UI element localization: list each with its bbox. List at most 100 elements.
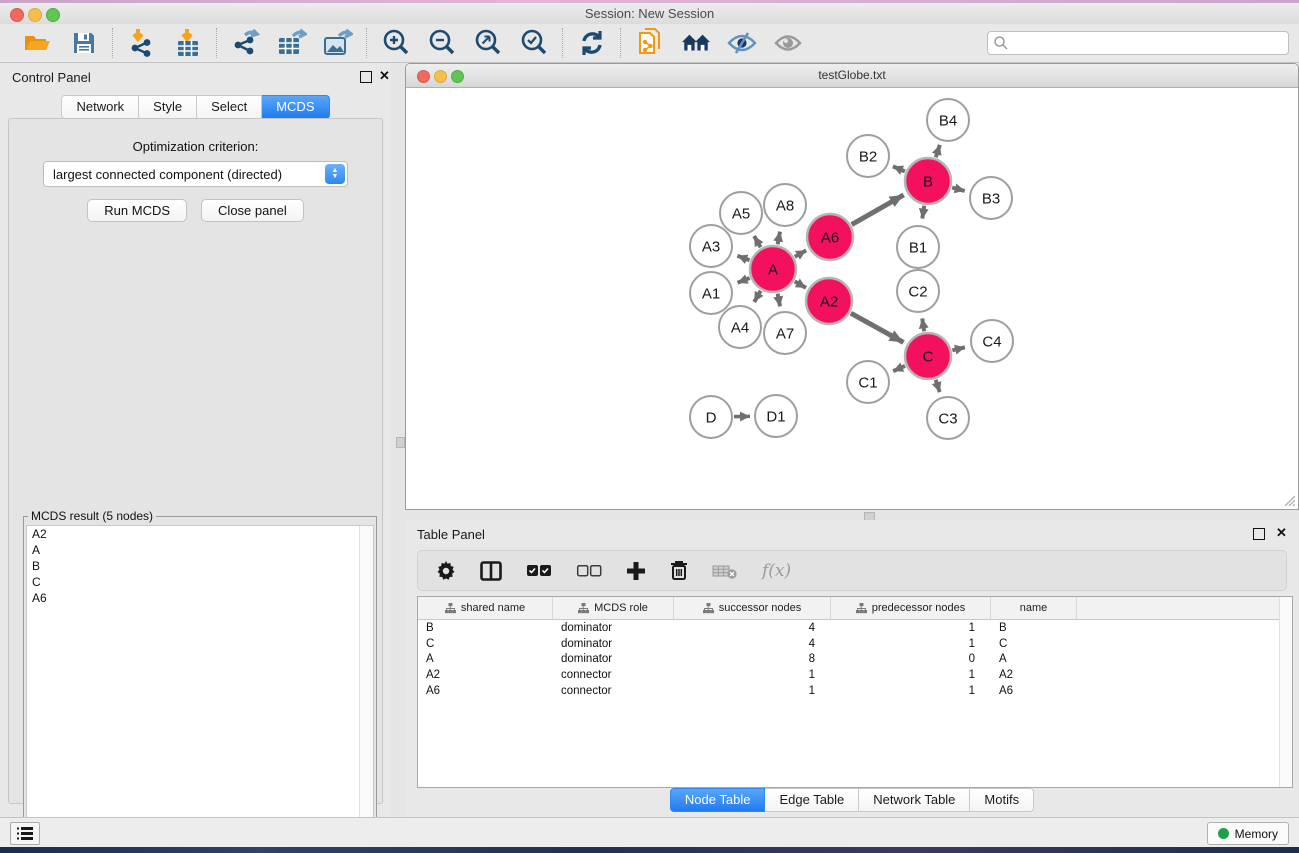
table-close-panel-icon[interactable]: ✕ (1276, 525, 1287, 541)
node-B3[interactable]: B3 (970, 177, 1012, 219)
node-D1[interactable]: D1 (755, 395, 797, 437)
table-cell[interactable]: connector (553, 669, 674, 681)
node-D[interactable]: D (690, 396, 732, 438)
node-C4[interactable]: C4 (971, 320, 1013, 362)
table-cell[interactable]: C (418, 638, 553, 650)
node-A5[interactable]: A5 (720, 192, 762, 234)
node-B1[interactable]: B1 (897, 226, 939, 268)
node-B4[interactable]: B4 (927, 99, 969, 141)
run-mcds-button[interactable]: Run MCDS (87, 199, 187, 222)
table-cell[interactable]: connector (553, 685, 674, 697)
home-icon[interactable] (681, 28, 711, 58)
result-scrollbar[interactable] (359, 526, 373, 837)
function-builder-icon[interactable]: f(x) (762, 558, 791, 584)
table-cell[interactable]: B (418, 622, 553, 634)
table-cell[interactable]: A6 (991, 685, 1077, 697)
tab-node-table[interactable]: Node Table (670, 788, 766, 812)
edge-A2-C[interactable] (851, 313, 904, 342)
edge-B-B1[interactable] (922, 206, 924, 219)
network-zoom-traffic-light[interactable] (451, 70, 464, 83)
table-row[interactable]: A2connector11A2 (418, 667, 1292, 683)
edge-A-A3[interactable] (737, 256, 749, 261)
table-cell[interactable]: dominator (553, 622, 674, 634)
network-close-traffic-light[interactable] (417, 70, 430, 83)
table-cell[interactable]: 8 (674, 653, 831, 665)
zoom-out-icon[interactable] (427, 28, 457, 58)
network-minimize-traffic-light[interactable] (434, 70, 447, 83)
network-window-titlebar[interactable]: testGlobe.txt (406, 64, 1298, 88)
node-C1[interactable]: C1 (847, 361, 889, 403)
column-header-MCDS-role[interactable]: MCDS role (553, 597, 674, 619)
table-cell[interactable]: 1 (831, 669, 991, 681)
destroy-table-icon[interactable] (712, 558, 738, 584)
node-C[interactable]: C (905, 333, 951, 379)
open-folder-icon[interactable] (23, 28, 53, 58)
tab-mcds[interactable]: MCDS (262, 95, 329, 119)
node-B2[interactable]: B2 (847, 135, 889, 177)
node-A[interactable]: A (750, 246, 796, 292)
table-cell[interactable]: 0 (831, 653, 991, 665)
table-cell[interactable]: 1 (831, 638, 991, 650)
table-scrollbar[interactable] (1279, 597, 1292, 787)
table-cell[interactable]: 1 (674, 669, 831, 681)
resize-grip-icon[interactable] (1283, 494, 1295, 506)
edge-C-C1[interactable] (893, 366, 905, 371)
zoom-fit-icon[interactable] (473, 28, 503, 58)
table-cell[interactable]: 4 (674, 638, 831, 650)
export-image-icon[interactable] (323, 28, 353, 58)
node-C3[interactable]: C3 (927, 397, 969, 439)
node-C2[interactable]: C2 (897, 270, 939, 312)
zoom-in-icon[interactable] (381, 28, 411, 58)
zoom-traffic-light[interactable] (46, 8, 60, 22)
deselect-all-icon[interactable] (576, 558, 602, 584)
zoom-selected-icon[interactable] (519, 28, 549, 58)
table-cell[interactable]: 1 (831, 622, 991, 634)
table-cell[interactable]: A (418, 653, 553, 665)
node-A8[interactable]: A8 (764, 184, 806, 226)
refresh-icon[interactable] (577, 28, 607, 58)
tab-select[interactable]: Select (197, 95, 262, 119)
delete-column-icon[interactable] (670, 558, 688, 584)
column-header-predecessor-nodes[interactable]: predecessor nodes (831, 597, 991, 619)
table-cell[interactable]: 1 (674, 685, 831, 697)
table-cell[interactable]: A6 (418, 685, 553, 697)
table-cell[interactable]: 1 (831, 685, 991, 697)
network-canvas[interactable]: B4B2BB3A8A5A6A3B1AA1C2A2A4A7C4CC1C3DD1 (407, 88, 1297, 508)
task-history-button[interactable] (10, 822, 40, 845)
edge-B-B4[interactable] (936, 145, 940, 157)
column-icon[interactable] (480, 558, 502, 584)
network-graph[interactable]: B4B2BB3A8A5A6A3B1AA1C2A2A4A7C4CC1C3DD1 (407, 88, 1299, 509)
column-header-shared-name[interactable]: shared name (418, 597, 553, 619)
close-traffic-light[interactable] (10, 8, 24, 22)
node-B[interactable]: B (905, 158, 951, 204)
float-panel-icon[interactable] (360, 71, 372, 83)
select-all-icon[interactable] (526, 558, 552, 584)
edge-A6-B[interactable] (852, 195, 904, 225)
table-cell[interactable]: 4 (674, 622, 831, 634)
search-input[interactable] (1009, 35, 1288, 51)
node-A1[interactable]: A1 (690, 272, 732, 314)
export-network-icon[interactable] (231, 28, 261, 58)
result-item[interactable]: B (27, 558, 373, 574)
export-table-icon[interactable] (277, 28, 307, 58)
minimize-traffic-light[interactable] (28, 8, 42, 22)
edge-A-A2[interactable] (795, 281, 806, 287)
result-item[interactable]: C (27, 574, 373, 590)
vertical-splitter-handle[interactable] (396, 437, 405, 448)
add-column-icon[interactable] (626, 558, 646, 584)
table-row[interactable]: Bdominator41B (418, 620, 1292, 636)
edge-C-C2[interactable] (922, 318, 924, 331)
table-cell[interactable]: A2 (418, 669, 553, 681)
tab-motifs[interactable]: Motifs (970, 788, 1034, 812)
result-item[interactable]: A2 (27, 526, 373, 542)
node-A4[interactable]: A4 (719, 306, 761, 348)
close-panel-button[interactable]: Close panel (201, 199, 304, 222)
edge-C-C3[interactable] (936, 380, 940, 392)
edge-A-A7[interactable] (778, 294, 780, 307)
edge-C-C4[interactable] (952, 347, 965, 350)
column-header-name[interactable]: name (991, 597, 1077, 619)
table-cell[interactable]: A2 (991, 669, 1077, 681)
tab-network[interactable]: Network (61, 95, 139, 119)
table-cell[interactable]: B (991, 622, 1077, 634)
clone-network-icon[interactable] (635, 28, 665, 58)
